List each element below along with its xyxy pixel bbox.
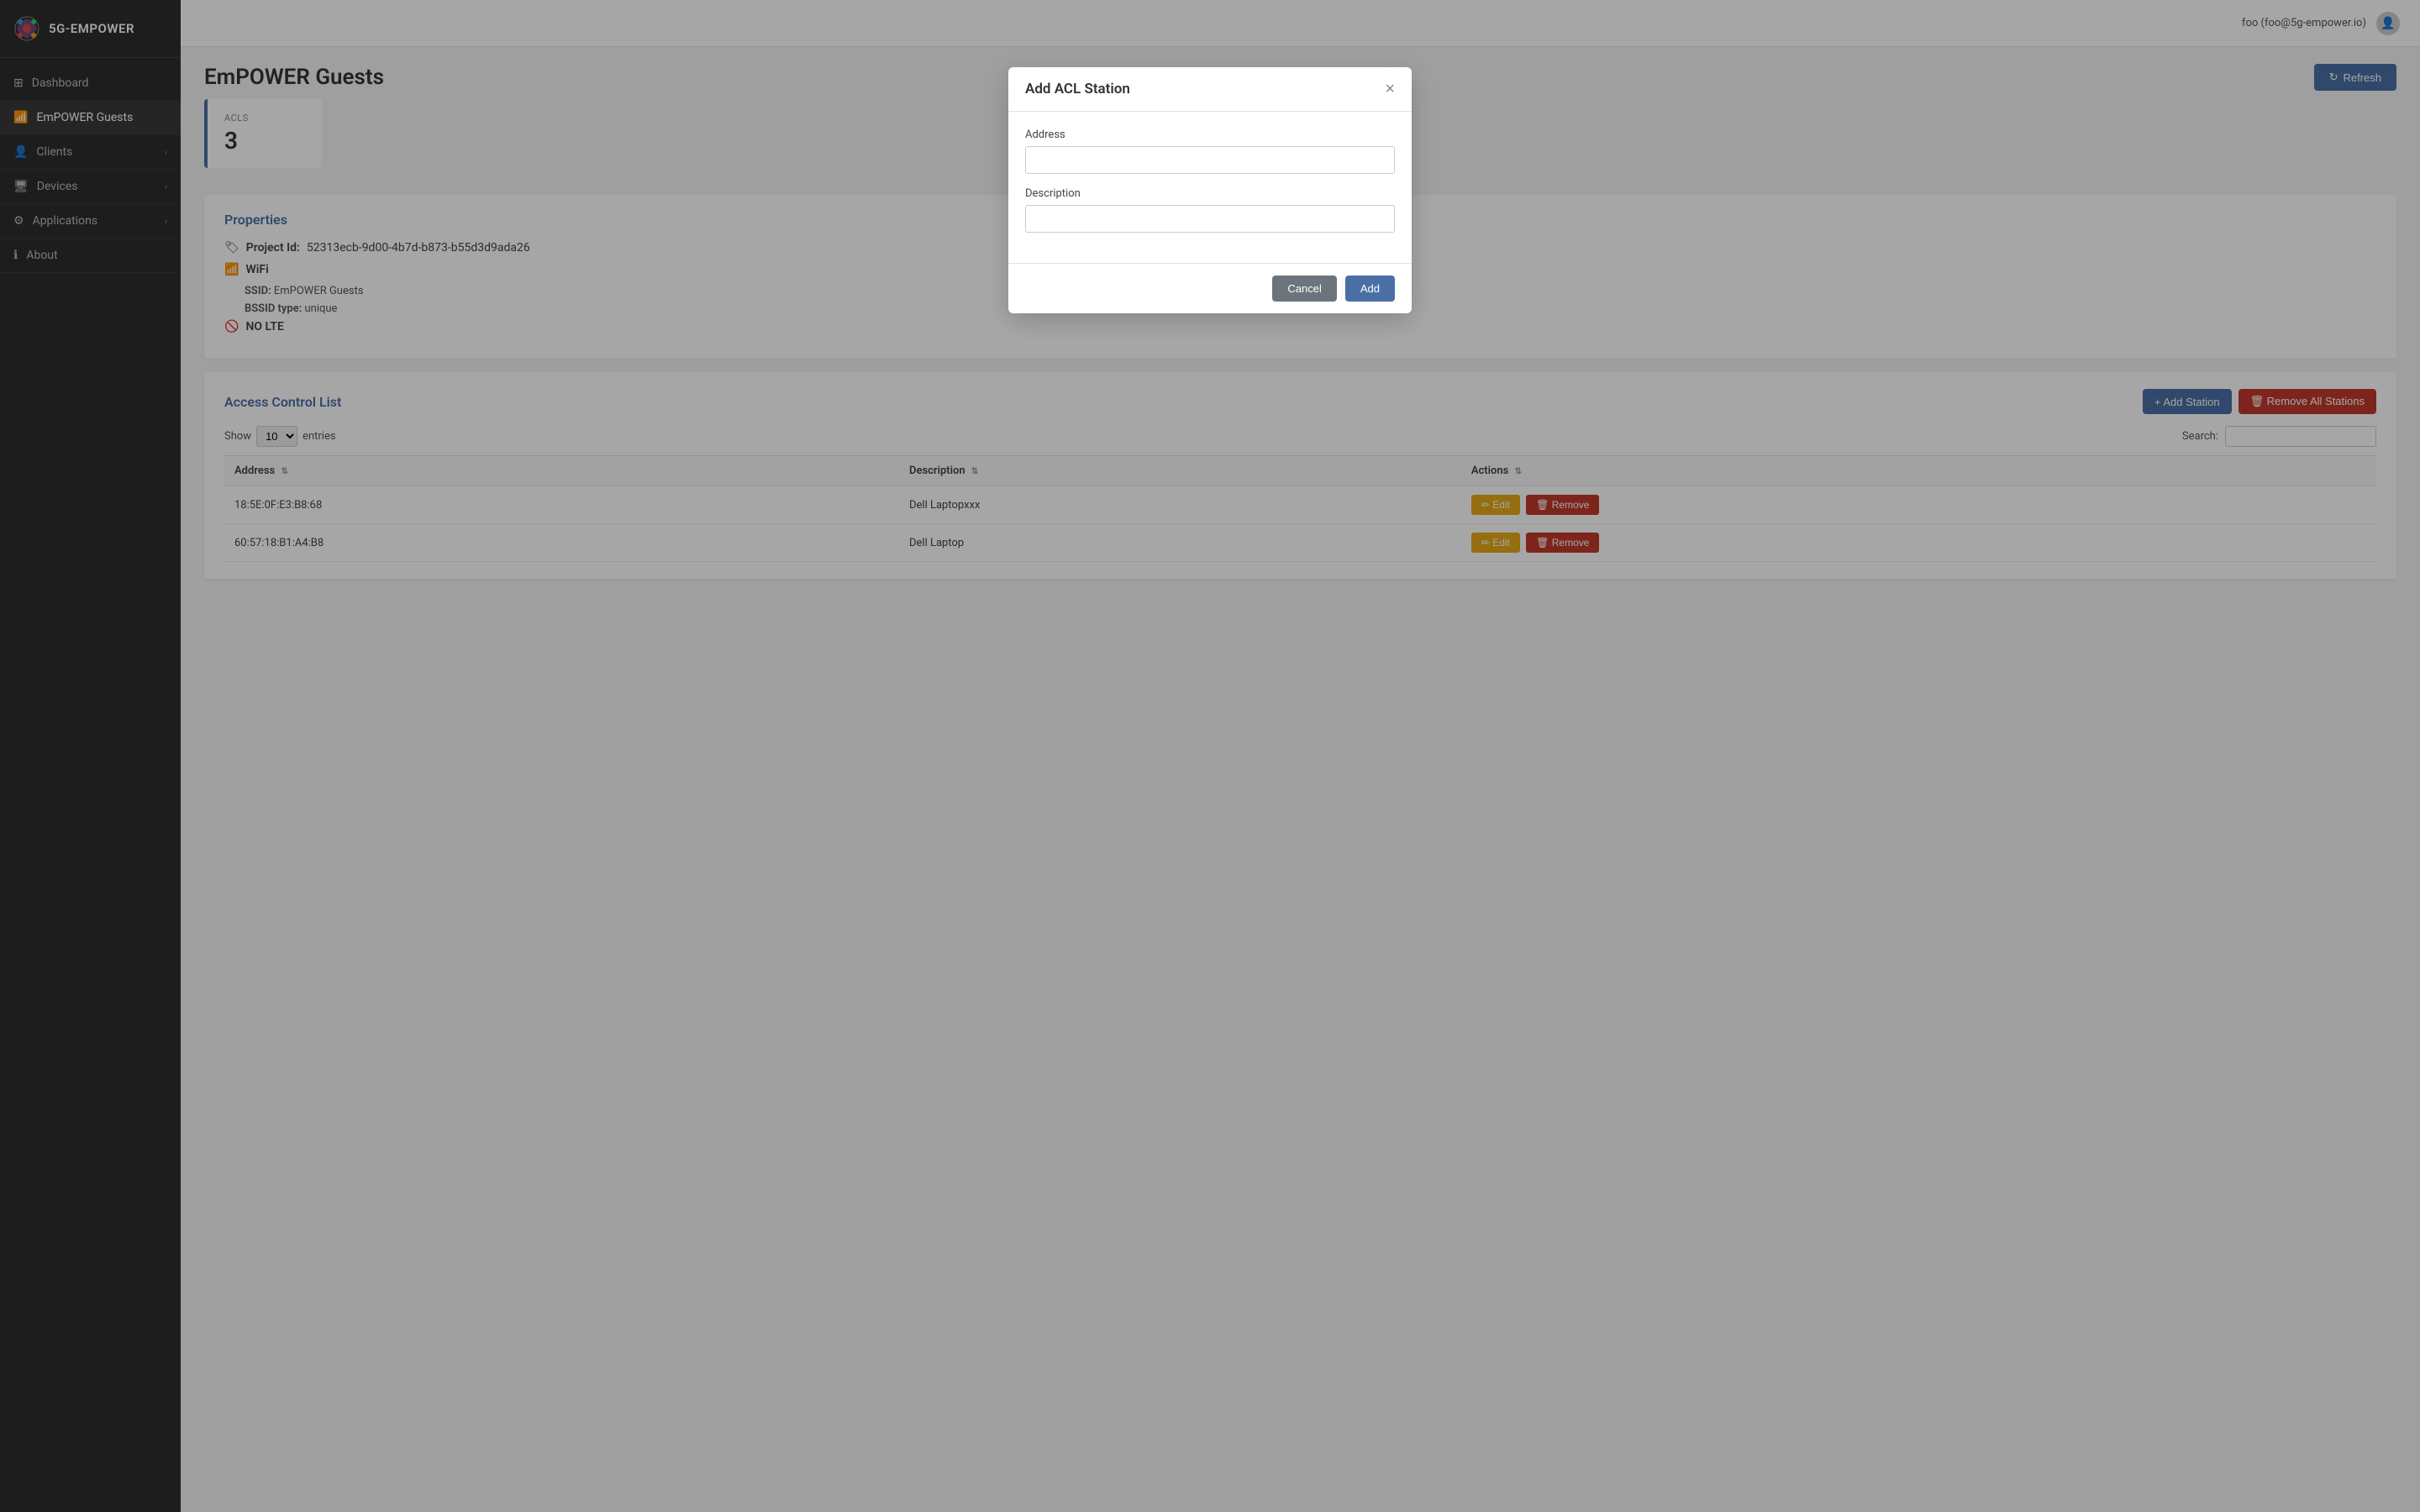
cancel-button[interactable]: Cancel [1272,276,1336,302]
add-acl-station-modal: Add ACL Station × Address Description Ca… [1008,67,1412,313]
modal-close-button[interactable]: × [1385,81,1395,97]
description-form-group: Description [1025,187,1395,233]
modal-header: Add ACL Station × [1008,67,1412,112]
modal-footer: Cancel Add [1008,263,1412,313]
address-form-group: Address [1025,129,1395,174]
description-label: Description [1025,187,1395,200]
address-input[interactable] [1025,146,1395,174]
add-button[interactable]: Add [1345,276,1395,302]
description-input[interactable] [1025,205,1395,233]
modal-overlay: Add ACL Station × Address Description Ca… [0,0,2420,1512]
modal-body: Address Description [1008,112,1412,263]
address-label: Address [1025,129,1395,141]
modal-title: Add ACL Station [1025,81,1130,97]
